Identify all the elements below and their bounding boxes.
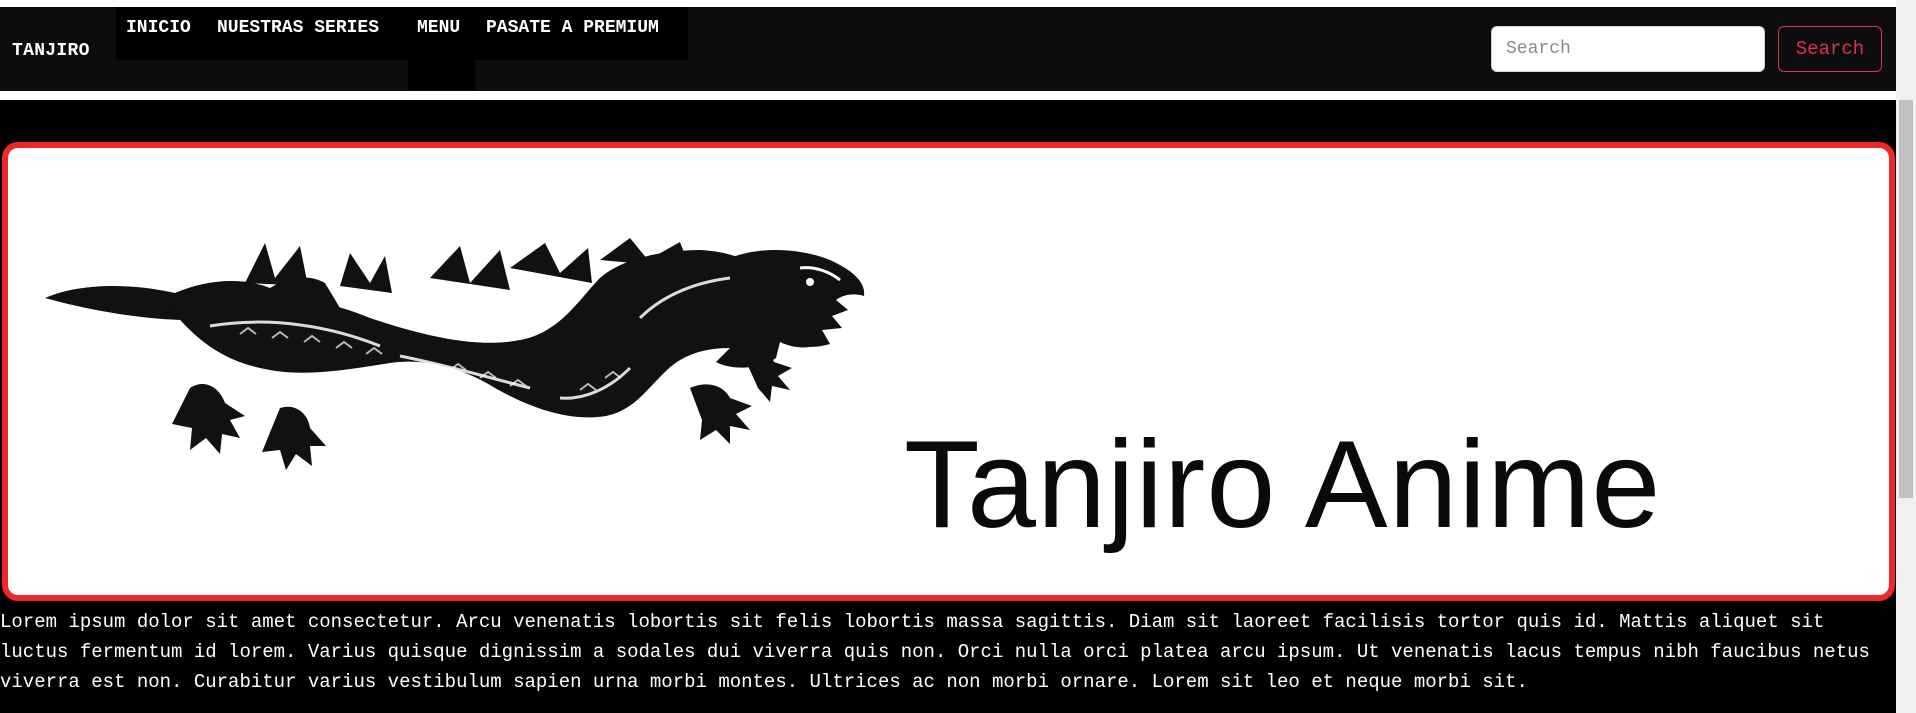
dragon-icon: [45, 238, 865, 470]
navbar-separator: [0, 91, 1896, 100]
nav-link-pasate-a-premium[interactable]: PASATE A PREMIUM: [486, 18, 659, 38]
search-input[interactable]: [1491, 26, 1765, 72]
search-button[interactable]: Search: [1778, 26, 1882, 72]
intro-paragraph: Lorem ipsum dolor sit amet consectetur. …: [0, 611, 1870, 693]
banner-title: Tanjiro Anime: [904, 416, 1662, 554]
hero-banner: Tanjiro Anime: [2, 142, 1895, 601]
nav-link-menu[interactable]: MENU: [417, 18, 460, 38]
menu-dropdown-tab: [408, 60, 475, 90]
top-white-strip: [0, 0, 1896, 7]
nav-link-nuestras-series[interactable]: NUESTRAS SERIES: [217, 18, 379, 38]
nav-link-inicio[interactable]: INICIO: [126, 18, 191, 38]
scrollbar-thumb[interactable]: [1899, 100, 1913, 498]
brand-link[interactable]: TANJIRO: [12, 41, 90, 61]
